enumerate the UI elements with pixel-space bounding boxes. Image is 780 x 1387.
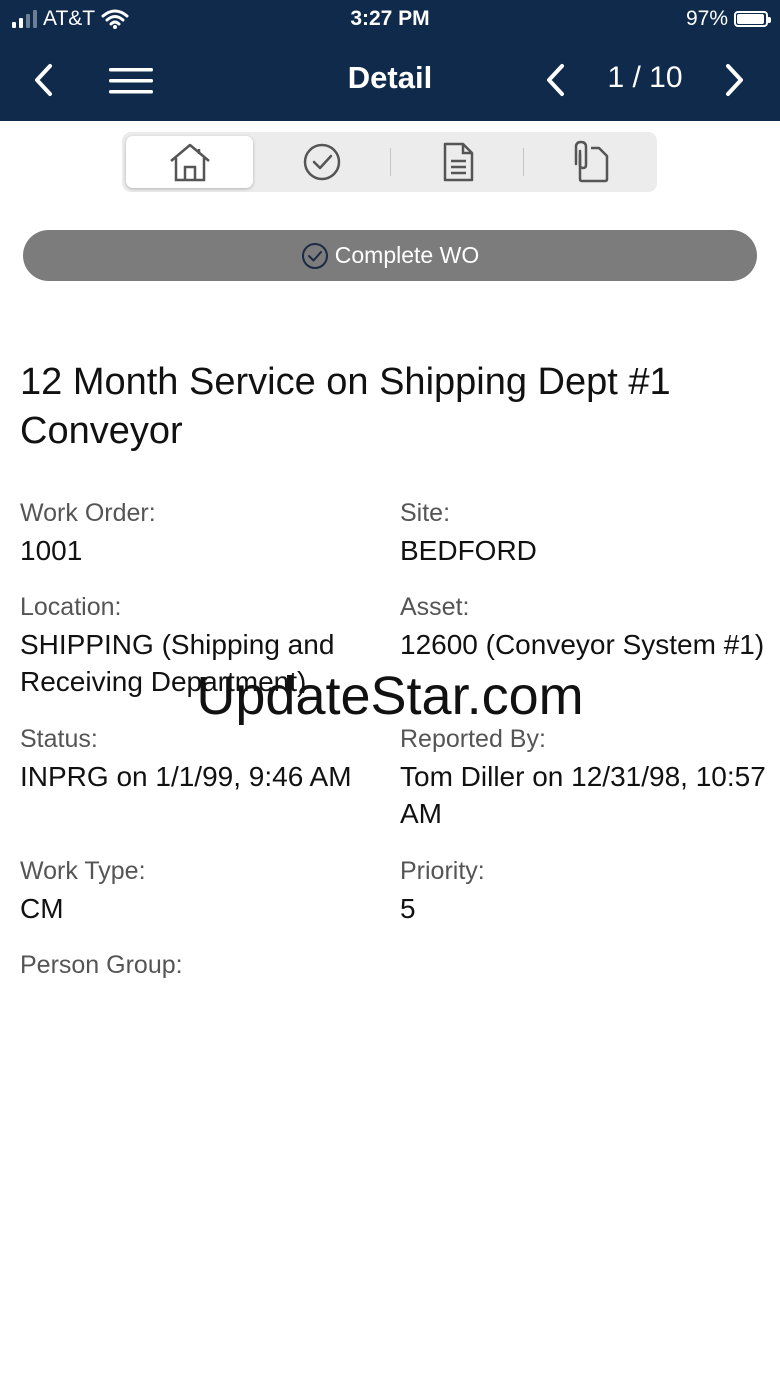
field-value: INPRG on 1/1/99, 9:46 AM — [20, 761, 352, 792]
attachment-icon — [574, 140, 608, 183]
field-label: Status: — [20, 725, 98, 753]
check-circle-icon — [303, 143, 340, 181]
field-label: Work Type: — [20, 857, 146, 885]
field-label: Location: — [20, 593, 122, 621]
navigation-bar: Detail 1 / 10 — [0, 40, 780, 121]
field-person-group: Person Group: — [20, 948, 390, 984]
field-label: Priority: — [400, 857, 485, 885]
field-value: Tom Diller on 12/31/98, 10:57 AM — [400, 761, 766, 829]
battery-status: 97% — [685, 7, 771, 31]
field-status: Status: INPRG on 1/1/99, 9:46 AM — [20, 722, 390, 795]
home-icon — [169, 143, 210, 182]
tab-attachments[interactable] — [527, 136, 654, 188]
field-value[interactable]: 12600 (Conveyor System #1) — [400, 626, 770, 663]
top-bar: AT&T 3:27 PM 97% Detail 1 / 10 — [0, 0, 780, 121]
field-value: BEDFORD — [400, 535, 537, 566]
menu-button[interactable] — [104, 62, 158, 100]
tab-complete[interactable] — [258, 136, 385, 188]
work-order-title: 12 Month Service on Shipping Dept #1 Con… — [20, 361, 671, 452]
segmented-control — [122, 132, 657, 192]
field-value: 1001 — [20, 535, 83, 566]
field-reported-by: Reported By: Tom Diller on 12/31/98, 10:… — [400, 722, 770, 832]
clock: 3:27 PM — [350, 7, 430, 30]
hamburger-icon — [109, 68, 153, 94]
field-value: 5 — [400, 893, 416, 924]
field-asset: Asset: 12600 (Conveyor System #1) — [400, 590, 770, 663]
field-value[interactable]: SHIPPING (Shipping and Receiving Departm… — [20, 626, 390, 700]
check-circle-icon — [301, 242, 328, 269]
complete-wo-label: Complete WO — [334, 242, 480, 268]
field-priority: Priority: 5 — [400, 854, 770, 927]
segment-divider — [390, 148, 391, 176]
chevron-left-icon — [547, 64, 564, 96]
tab-home[interactable] — [126, 136, 253, 188]
field-site: Site: BEDFORD — [400, 496, 770, 569]
complete-wo-button[interactable]: Complete WO — [23, 230, 757, 281]
segment-divider — [523, 148, 524, 176]
status-bar: AT&T 3:27 PM 97% — [0, 0, 780, 40]
field-value: CM — [20, 893, 64, 924]
field-work-order: Work Order: 1001 — [20, 496, 390, 569]
tab-details[interactable] — [394, 136, 521, 188]
previous-record-button[interactable] — [536, 58, 576, 102]
document-icon — [443, 142, 473, 182]
record-pager: 1 / 10 — [607, 61, 683, 94]
field-label: Asset: — [400, 593, 470, 621]
back-button[interactable] — [24, 58, 64, 102]
field-label: Reported By: — [400, 725, 546, 753]
chevron-right-icon — [726, 64, 743, 96]
field-location: Location: SHIPPING (Shipping and Receivi… — [20, 590, 390, 700]
chevron-left-icon — [35, 64, 52, 96]
field-work-type: Work Type: CM — [20, 854, 390, 927]
field-label: Site: — [400, 499, 451, 527]
battery-icon — [734, 11, 771, 27]
field-label: Person Group: — [20, 951, 183, 979]
battery-percent: 97% — [685, 7, 728, 30]
next-record-button[interactable] — [714, 58, 754, 102]
field-label: Work Order: — [20, 499, 156, 527]
